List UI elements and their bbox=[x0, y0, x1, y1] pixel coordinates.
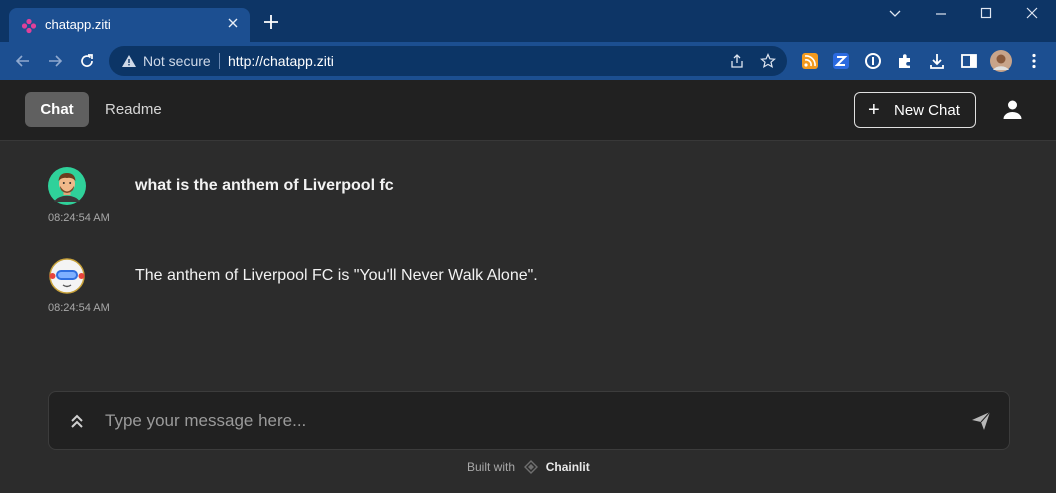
security-label[interactable]: Not secure bbox=[143, 53, 211, 69]
rss-extension-icon[interactable] bbox=[801, 52, 819, 70]
message-input[interactable] bbox=[105, 406, 945, 436]
footer-brand[interactable]: Chainlit bbox=[546, 460, 590, 474]
browser-toolbar: Not secure http://chatapp.ziti bbox=[0, 42, 1056, 80]
nav-tab-readme[interactable]: Readme bbox=[105, 92, 162, 127]
chatapp-favicon-icon bbox=[21, 18, 37, 34]
bookmark-star-icon[interactable] bbox=[760, 53, 776, 69]
tab-title: chatapp.ziti bbox=[45, 17, 111, 32]
footer-built-with: Built with bbox=[467, 460, 516, 474]
side-panel-icon[interactable] bbox=[960, 52, 978, 70]
plus-icon: + bbox=[868, 99, 880, 121]
tab-close-icon[interactable] bbox=[225, 15, 241, 31]
omnibox-divider bbox=[219, 53, 220, 69]
new-tab-icon[interactable] bbox=[262, 13, 280, 31]
download-icon[interactable] bbox=[928, 52, 946, 70]
browser-menu-icon[interactable] bbox=[1025, 52, 1043, 70]
back-icon[interactable] bbox=[14, 52, 32, 70]
browser-tab[interactable]: chatapp.ziti bbox=[9, 8, 250, 42]
new-chat-button[interactable]: + New Chat bbox=[854, 92, 976, 128]
user-account-icon[interactable] bbox=[1002, 99, 1023, 120]
title-bar: chatapp.ziti bbox=[0, 0, 1056, 42]
password-extension-icon[interactable] bbox=[864, 52, 882, 70]
message-composer bbox=[48, 391, 1010, 450]
user-avatar-icon bbox=[48, 167, 86, 205]
forward-icon[interactable] bbox=[46, 52, 64, 70]
close-window-icon[interactable] bbox=[1017, 6, 1047, 26]
warning-icon[interactable] bbox=[121, 54, 137, 68]
maximize-icon[interactable] bbox=[971, 6, 1001, 26]
new-chat-label: New Chat bbox=[894, 102, 960, 119]
assistant-bot-avatar-icon bbox=[49, 258, 85, 294]
chainlit-logo-icon bbox=[524, 460, 539, 474]
nav-tab-chat[interactable]: Chat bbox=[25, 92, 89, 127]
chevrons-up-icon[interactable] bbox=[69, 412, 85, 430]
message-text: what is the anthem of Liverpool fc bbox=[135, 177, 394, 194]
footer: Built with Chainlit bbox=[467, 460, 590, 474]
tab-search-icon[interactable] bbox=[880, 6, 910, 26]
address-bar[interactable]: Not secure http://chatapp.ziti bbox=[109, 46, 787, 76]
extensions-puzzle-icon[interactable] bbox=[896, 52, 914, 70]
message-text: The anthem of Liverpool FC is "You'll Ne… bbox=[135, 267, 538, 284]
profile-avatar-icon[interactable] bbox=[990, 50, 1012, 72]
zoom-extension-icon[interactable] bbox=[832, 52, 850, 70]
minimize-icon[interactable] bbox=[926, 6, 956, 26]
message-timestamp: 08:24:54 AM bbox=[48, 212, 110, 224]
reload-icon[interactable] bbox=[78, 52, 96, 70]
share-icon[interactable] bbox=[729, 53, 745, 69]
send-icon[interactable] bbox=[971, 411, 991, 431]
url-text[interactable]: http://chatapp.ziti bbox=[228, 53, 334, 69]
browser-window: chatapp.ziti Not secure http://chatapp.z… bbox=[0, 0, 1056, 493]
app-header: Chat Readme + New Chat bbox=[0, 80, 1056, 141]
message-timestamp: 08:24:54 AM bbox=[48, 302, 110, 314]
